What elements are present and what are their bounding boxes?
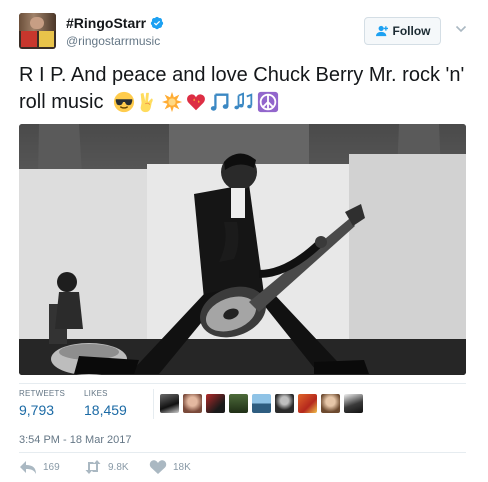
liker-avatar[interactable] (298, 394, 317, 413)
avatar[interactable] (19, 13, 56, 49)
sunglasses-face-icon (113, 91, 135, 113)
liker-avatar[interactable] (344, 394, 363, 413)
reply-count: 169 (43, 461, 60, 473)
musical-note-icon (210, 93, 229, 111)
follow-button[interactable]: Follow (364, 17, 441, 45)
chevron-down-icon[interactable] (455, 24, 467, 34)
display-name[interactable]: #RingoStarr (66, 15, 146, 31)
add-user-icon (375, 25, 388, 37)
tweet-text: R I P. And peace and love Chuck Berry Mr… (19, 62, 474, 116)
user-handle[interactable]: @ringostarrmusic (66, 34, 160, 48)
liker-avatar[interactable] (160, 394, 179, 413)
reply-icon (20, 461, 36, 474)
like-count: 18K (173, 461, 191, 473)
stats-divider-top (19, 383, 466, 384)
liker-avatar[interactable] (229, 394, 248, 413)
heart-icon (149, 460, 167, 474)
liker-avatar[interactable] (206, 394, 225, 413)
retweets-stat[interactable]: RETWEETS 9,793 (19, 389, 65, 418)
like-button[interactable]: 18K (149, 459, 191, 475)
retweet-count: 9.8K (108, 461, 129, 473)
peace-symbol-icon (257, 91, 279, 113)
likes-label: LIKES (84, 389, 108, 398)
tweet-timestamp[interactable]: 3:54 PM - 18 Mar 2017 (19, 434, 132, 446)
likes-count[interactable]: 18,459 (84, 402, 127, 418)
verified-badge-icon (150, 16, 164, 30)
liker-avatar[interactable] (252, 394, 271, 413)
retweet-icon (85, 460, 101, 474)
victory-hand-icon (140, 92, 153, 113)
retweets-count[interactable]: 9,793 (19, 402, 65, 418)
reply-button[interactable]: 169 (19, 459, 60, 475)
liker-avatar[interactable] (321, 394, 340, 413)
stats-vertical-divider (153, 389, 154, 419)
emoji-row (113, 91, 279, 113)
retweets-label: RETWEETS (19, 389, 66, 398)
follow-label: Follow (392, 24, 431, 38)
retweet-button[interactable]: 9.8K (84, 459, 129, 475)
musical-notes-icon (234, 92, 253, 110)
likes-stat[interactable]: LIKES 18,459 (84, 389, 127, 418)
guitarist-photo-image (19, 124, 466, 375)
tweet-photo[interactable] (19, 124, 466, 375)
tweet-card: #RingoStarr @ringostarrmusic Follow R I … (0, 0, 488, 482)
glowing-star-icon (161, 91, 183, 113)
liker-avatar[interactable] (275, 394, 294, 413)
sparkling-heart-icon (187, 94, 205, 111)
stats-divider-bottom (19, 452, 466, 453)
liker-avatar[interactable] (183, 394, 202, 413)
liker-avatars (160, 394, 363, 413)
